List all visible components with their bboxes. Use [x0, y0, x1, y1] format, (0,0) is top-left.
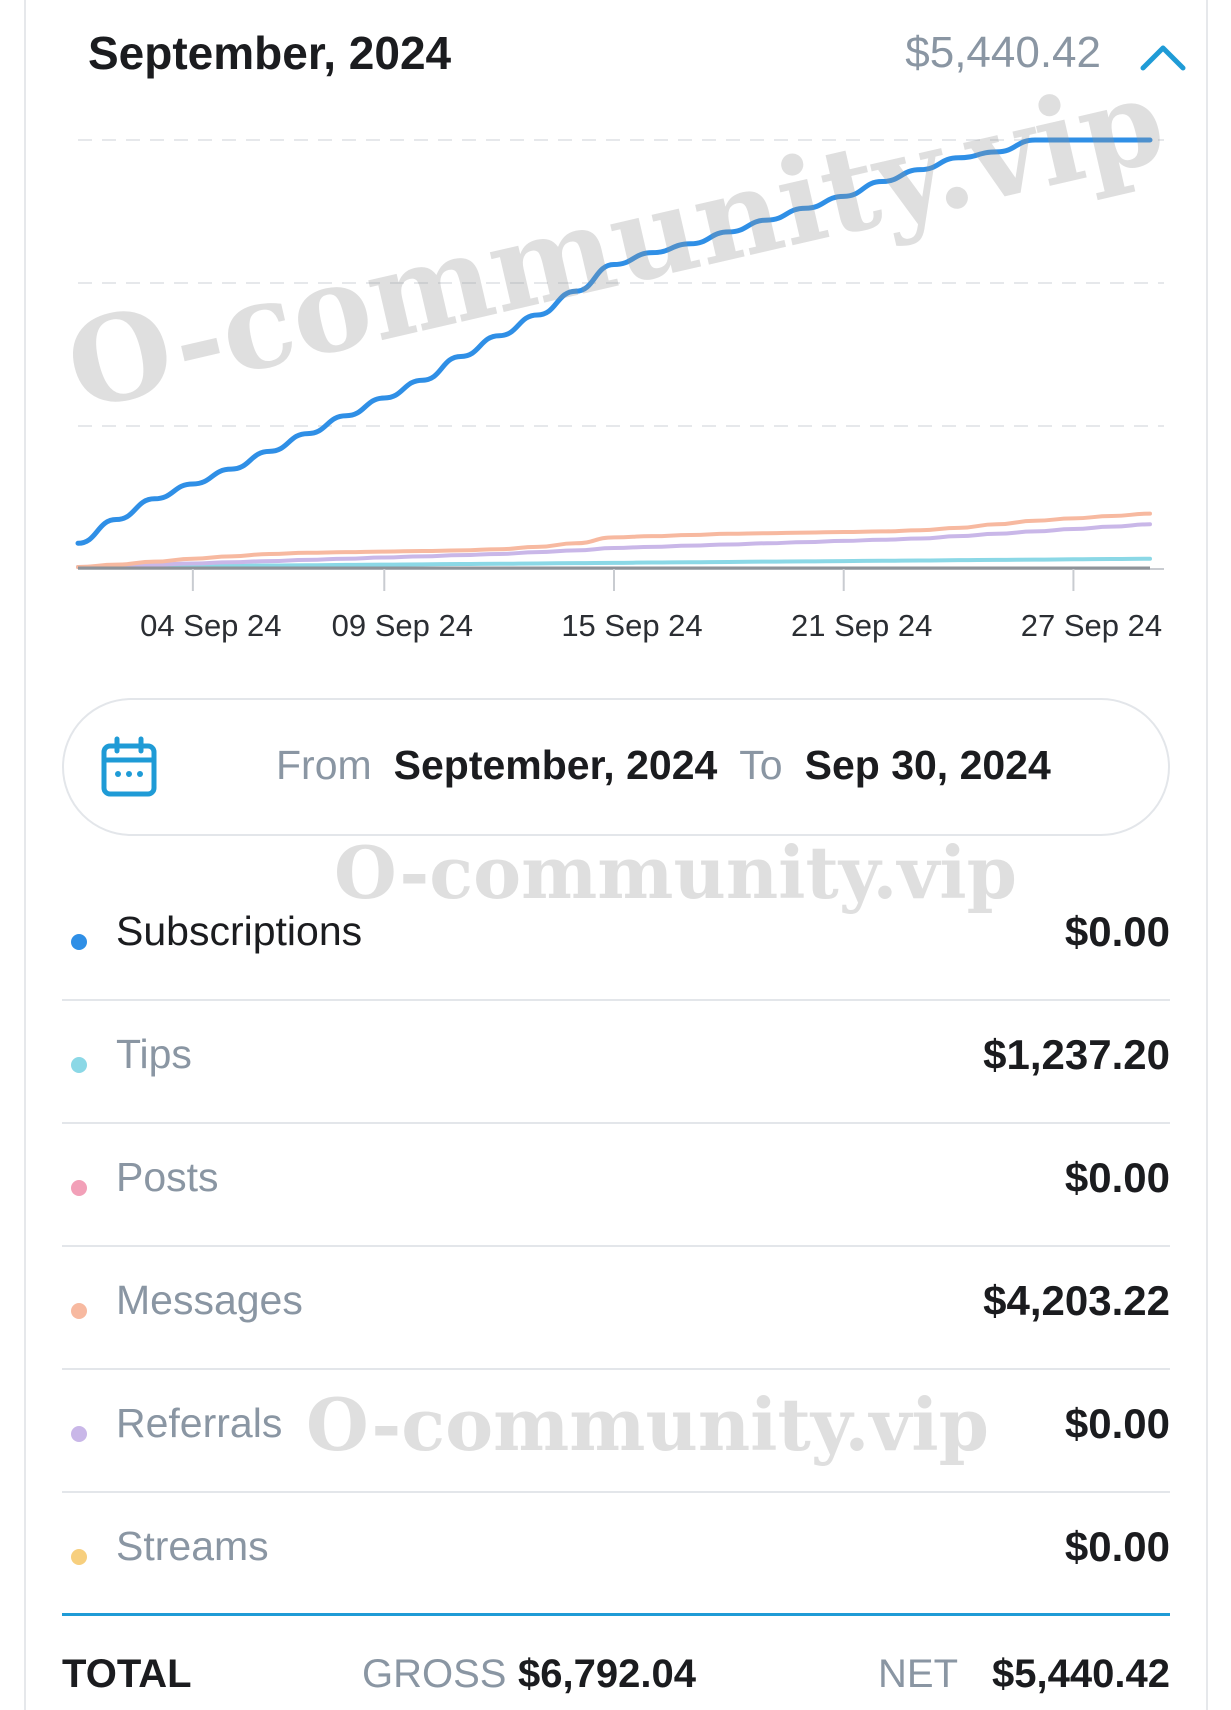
to-label: To — [739, 742, 783, 788]
gross-label: GROSS — [362, 1652, 507, 1696]
category-value: $0.00 — [1064, 1400, 1170, 1447]
x-tick-label: 21 Sep 24 — [791, 608, 932, 643]
x-tick-label: 09 Sep 24 — [332, 608, 473, 643]
subscriptions-dot — [71, 934, 87, 950]
streams-dot — [71, 1549, 87, 1565]
x-tick-label: 27 Sep 24 — [1021, 608, 1162, 643]
totals-row: TOTAL GROSS $6,792.04 NET $5,440.42 — [62, 1640, 1170, 1700]
category-label: Posts — [116, 1154, 219, 1200]
total-label: TOTAL — [62, 1652, 192, 1696]
category-value: $0.00 — [1064, 1154, 1170, 1201]
chevron-up-icon[interactable] — [1133, 34, 1193, 82]
category-row-messages[interactable]: Messages $4,203.22 — [62, 1247, 1170, 1370]
earnings-chart: 04 Sep 24 09 Sep 24 15 Sep 24 21 Sep 24 27 S… — [0, 0, 1231, 660]
from-label: From — [276, 742, 372, 788]
date-range-picker[interactable]: From September, 2024 To Sep 30, 2024 — [62, 698, 1170, 836]
net-label: NET — [878, 1652, 958, 1696]
period-total: $5,440.42 — [905, 28, 1101, 77]
category-label: Streams — [116, 1523, 269, 1569]
period-title: September, 2024 — [88, 27, 452, 79]
category-label: Messages — [116, 1277, 303, 1323]
category-row-tips[interactable]: Tips $1,237.20 — [62, 1001, 1170, 1124]
category-label: Referrals — [116, 1400, 283, 1446]
net-value: $5,440.42 — [992, 1652, 1170, 1696]
category-label: Subscriptions — [116, 908, 363, 954]
x-tick-label: 04 Sep 24 — [140, 608, 281, 643]
tips-dot — [71, 1057, 87, 1073]
x-tick-label: 15 Sep 24 — [561, 608, 702, 643]
earnings-category-list: Subscriptions $0.00 Tips $1,237.20 Posts… — [62, 878, 1170, 1616]
category-value: $4,203.22 — [983, 1277, 1170, 1324]
category-value: $1,237.20 — [983, 1031, 1170, 1078]
date-range-text: From September, 2024 To Sep 30, 2024 — [276, 742, 1051, 789]
gross-value: $6,792.04 — [518, 1652, 696, 1696]
referrals-dot — [71, 1426, 87, 1442]
category-label: Tips — [116, 1031, 192, 1077]
category-row-subscriptions[interactable]: Subscriptions $0.00 — [62, 878, 1170, 1001]
messages-dot — [71, 1303, 87, 1319]
category-row-posts[interactable]: Posts $0.00 — [62, 1124, 1170, 1247]
posts-dot — [71, 1180, 87, 1196]
calendar-icon — [100, 736, 158, 798]
category-row-streams[interactable]: Streams $0.00 — [62, 1493, 1170, 1616]
category-row-referrals[interactable]: Referrals $0.00 — [62, 1370, 1170, 1493]
earnings-line-chart: 04 Sep 24 09 Sep 24 15 Sep 24 21 Sep 24 27 S… — [75, 137, 1164, 643]
from-value: September, 2024 — [393, 742, 718, 788]
category-value: $0.00 — [1064, 908, 1170, 955]
series-line-subscriptions — [75, 137, 1153, 546]
period-header[interactable]: September, 2024 $5,440.42 — [88, 26, 1231, 86]
category-value: $0.00 — [1064, 1523, 1170, 1570]
to-value: Sep 30, 2024 — [804, 742, 1051, 788]
